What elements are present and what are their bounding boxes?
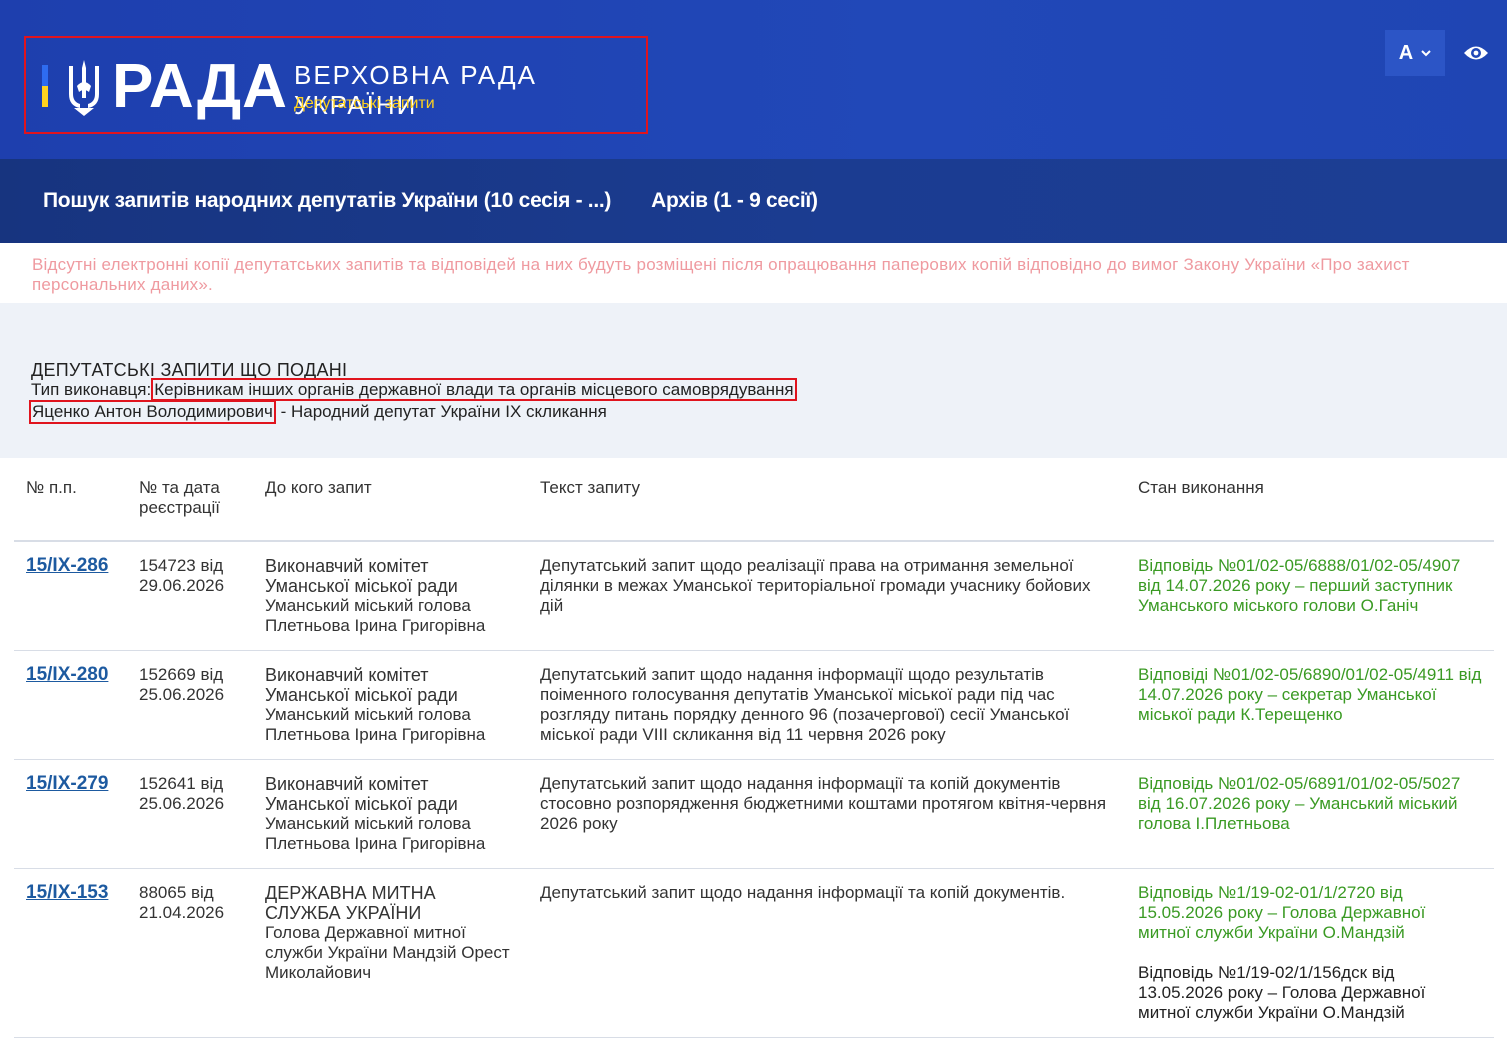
recipient-organization: Виконавчий комітет Уманської міської рад…: [265, 665, 458, 705]
col-header-text: Текст запиту: [528, 458, 1126, 542]
status-cell: Відповідь №1/19-02-01/1/2720 від 15.05.2…: [1126, 868, 1494, 1038]
eye-icon: [1464, 46, 1488, 60]
recipient-cell: Виконавчий комітет Уманської міської рад…: [253, 759, 528, 869]
recipient-person: Уманський міський голова Плетньова Ірина…: [265, 814, 486, 853]
site-subtitle: Депутатські запити: [294, 95, 435, 112]
recipient-cell: Виконавчий комітет Уманської міської рад…: [253, 541, 528, 651]
table-row: 15/IX-286 154723 від 29.06.2026 Виконавч…: [14, 541, 1494, 651]
deputy-name: Яценко Антон Володимирович: [29, 400, 276, 424]
trident-icon: [69, 60, 99, 116]
request-number-link[interactable]: 15/IX-153: [26, 882, 108, 903]
privacy-notice: Відсутні електронні копії депутатських з…: [32, 255, 1410, 294]
query-info-panel: ДЕПУТАТСЬКІ ЗАПИТИ ЩО ПОДАНІ Тип виконав…: [0, 303, 1507, 458]
requests-table: № п.п. № та дата реєстрації До кого запи…: [14, 458, 1494, 1038]
response-status: Відповідь №01/02-05/6891/01/02-05/5027 в…: [1138, 774, 1461, 833]
executor-label: Тип виконавця:: [31, 380, 152, 399]
request-number-link[interactable]: 15/IX-279: [26, 773, 108, 794]
recipient-cell: ДЕРЖАВНА МИТНА СЛУЖБА УКРАЇНИ Голова Дер…: [253, 868, 528, 1038]
flag-stripe: [42, 65, 48, 107]
request-text: Депутатський запит щодо реалізації права…: [528, 541, 1126, 651]
status-cell: Відповідь №01/02-05/6888/01/02-05/4907 в…: [1126, 541, 1494, 651]
request-number-link[interactable]: 15/IX-280: [26, 664, 108, 685]
recipient-organization: Виконавчий комітет Уманської міської рад…: [265, 774, 458, 814]
table-row: 15/IX-153 88065 від 21.04.2026 ДЕРЖАВНА …: [14, 868, 1494, 1038]
table-header-row: № п.п. № та дата реєстрації До кого запи…: [14, 458, 1494, 542]
deputy-role: - Народний депутат України IX скликання: [275, 402, 607, 421]
request-text: Депутатський запит щодо надання інформац…: [528, 759, 1126, 869]
col-header-status: Стан виконання: [1126, 458, 1494, 542]
logo-wordmark: РАДА: [112, 52, 288, 121]
request-number-link[interactable]: 15/IX-286: [26, 555, 108, 576]
recipient-organization: Виконавчий комітет Уманської міської рад…: [265, 556, 458, 596]
font-size-button[interactable]: A: [1385, 30, 1445, 76]
nav-archive[interactable]: Архів (1 - 9 сесії): [651, 189, 818, 213]
nav-search-requests[interactable]: Пошук запитів народних депутатів України…: [43, 189, 611, 213]
request-text: Депутатський запит щодо надання інформац…: [528, 868, 1126, 1038]
table-row: 15/IX-279 152641 від 25.06.2026 Виконавч…: [14, 759, 1494, 869]
response-status: Відповідь №1/19-02-01/1/2720 від 15.05.2…: [1138, 883, 1426, 942]
header-tools: A: [1385, 30, 1507, 76]
status-cell: Відповідь №01/02-05/6891/01/02-05/5027 в…: [1126, 759, 1494, 869]
executor-line: Тип виконавця: Керівникам інших органів д…: [31, 378, 1476, 401]
recipient-person: Уманський міський голова Плетньова Ірина…: [265, 705, 486, 744]
registration-info: 154723 від 29.06.2026: [127, 541, 253, 651]
registration-info: 88065 від 21.04.2026: [127, 868, 253, 1038]
recipient-cell: Виконавчий комітет Уманської міської рад…: [253, 650, 528, 760]
recipient-organization: ДЕРЖАВНА МИТНА СЛУЖБА УКРАЇНИ: [265, 883, 436, 923]
recipient-person: Уманський міський голова Плетньова Ірина…: [265, 596, 486, 635]
registration-info: 152669 від 25.06.2026: [127, 650, 253, 760]
response-status: Відповіді №01/02-05/6890/01/02-05/4911 в…: [1138, 665, 1482, 724]
registration-info: 152641 від 25.06.2026: [127, 759, 253, 869]
status-cell: Відповіді №01/02-05/6890/01/02-05/4911 в…: [1126, 650, 1494, 760]
col-header-number: № п.п.: [14, 458, 127, 542]
chevron-down-icon: [1421, 50, 1431, 57]
table-row: 15/IX-280 152669 від 25.06.2026 Виконавч…: [14, 650, 1494, 760]
site-header: РАДА ВЕРХОВНА РАДА УКРАЇНИ Депутатські з…: [0, 0, 1507, 159]
col-header-recipient: До кого запит: [253, 458, 528, 542]
accessibility-toggle[interactable]: [1445, 30, 1507, 76]
main-nav: Пошук запитів народних депутатів України…: [0, 159, 1507, 243]
response-status: Відповідь №01/02-05/6888/01/02-05/4907 в…: [1138, 556, 1461, 615]
section-title: ДЕПУТАТСЬКІ ЗАПИТИ ЩО ПОДАНІ: [31, 360, 348, 380]
site-logo[interactable]: РАДА ВЕРХОВНА РАДА УКРАЇНИ Депутатські з…: [24, 36, 648, 134]
font-size-label: A: [1398, 41, 1414, 64]
executor-type-value: Керівникам інших органів державної влади…: [151, 378, 797, 401]
recipient-person: Голова Державної митної служби України М…: [265, 923, 510, 982]
col-header-registration: № та дата реєстрації: [127, 458, 253, 542]
response-status-secondary: Відповідь №1/19-02/1/156дск від 13.05.20…: [1138, 963, 1426, 1022]
deputy-line: Яценко Антон Володимирович - Народний де…: [29, 400, 1476, 424]
request-text: Депутатський запит щодо надання інформац…: [528, 650, 1126, 760]
